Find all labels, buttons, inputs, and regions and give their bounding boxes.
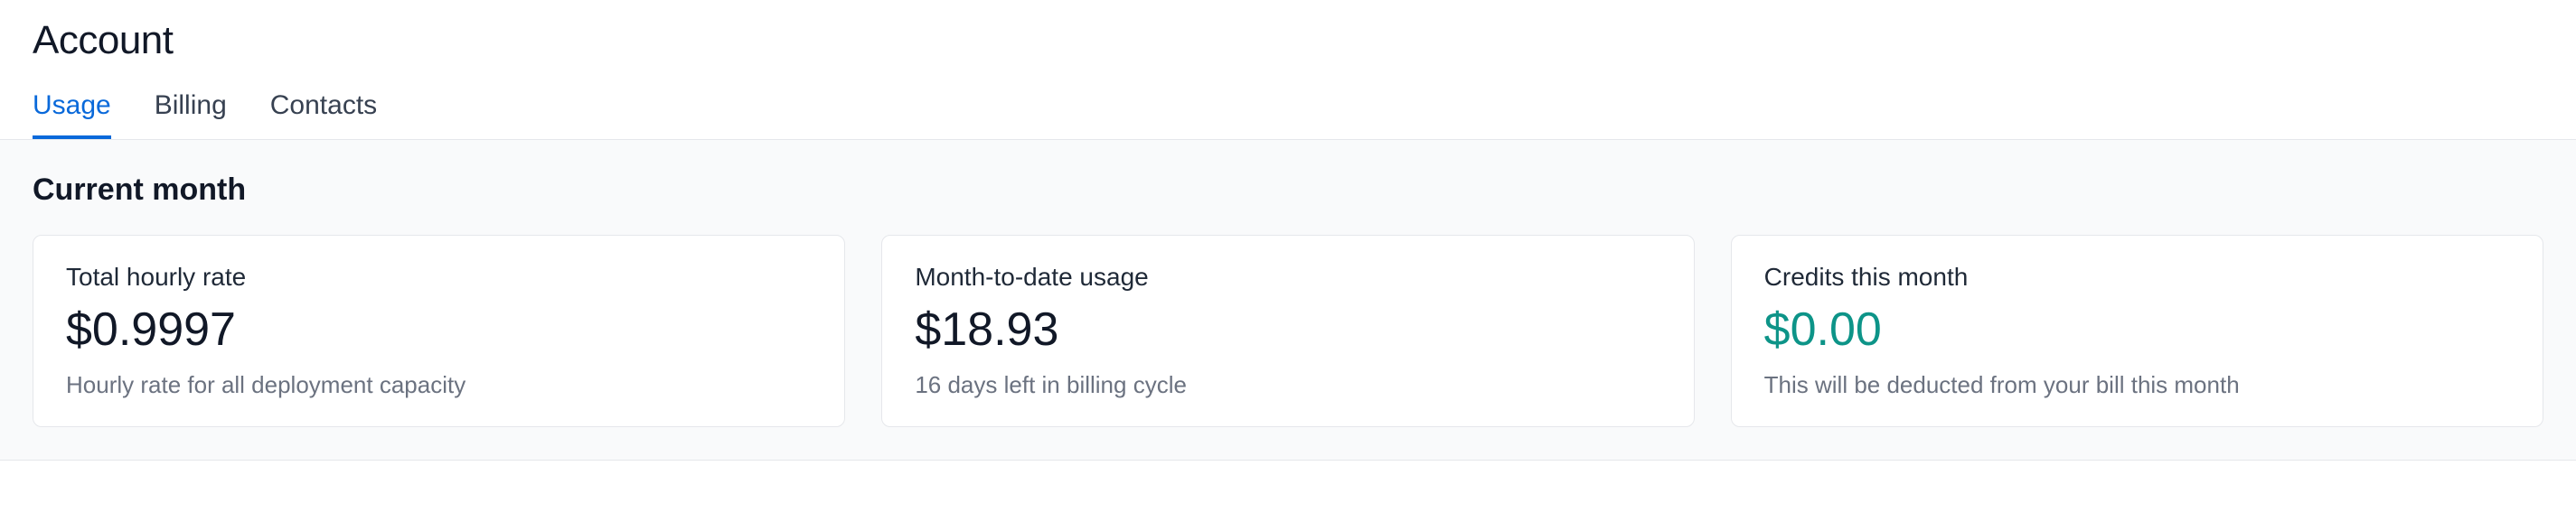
- card-credits-this-month: Credits this month $0.00 This will be de…: [1731, 235, 2543, 427]
- card-value: $18.93: [915, 303, 1660, 357]
- card-label: Month-to-date usage: [915, 263, 1660, 292]
- tabs: Usage Billing Contacts: [0, 90, 2576, 140]
- account-page: Account Usage Billing Contacts Current m…: [0, 0, 2576, 461]
- tab-label: Billing: [155, 90, 227, 120]
- header: Account: [0, 0, 2576, 63]
- tab-usage[interactable]: Usage: [33, 90, 111, 139]
- card-month-to-date-usage: Month-to-date usage $18.93 16 days left …: [881, 235, 1694, 427]
- card-sub: 16 days left in billing cycle: [915, 371, 1660, 399]
- page-title: Account: [33, 18, 2543, 63]
- tab-label: Usage: [33, 90, 111, 120]
- cards-row: Total hourly rate $0.9997 Hourly rate fo…: [33, 235, 2543, 427]
- card-label: Credits this month: [1764, 263, 2510, 292]
- section-title: Current month: [33, 172, 2543, 208]
- card-value: $0.00: [1764, 303, 2510, 357]
- card-sub: This will be deducted from your bill thi…: [1764, 371, 2510, 399]
- card-sub: Hourly rate for all deployment capacity: [66, 371, 812, 399]
- tab-label: Contacts: [270, 90, 377, 120]
- content: Current month Total hourly rate $0.9997 …: [0, 140, 2576, 461]
- card-label: Total hourly rate: [66, 263, 812, 292]
- tab-billing[interactable]: Billing: [155, 90, 227, 139]
- card-value: $0.9997: [66, 303, 812, 357]
- card-total-hourly-rate: Total hourly rate $0.9997 Hourly rate fo…: [33, 235, 845, 427]
- tab-contacts[interactable]: Contacts: [270, 90, 377, 139]
